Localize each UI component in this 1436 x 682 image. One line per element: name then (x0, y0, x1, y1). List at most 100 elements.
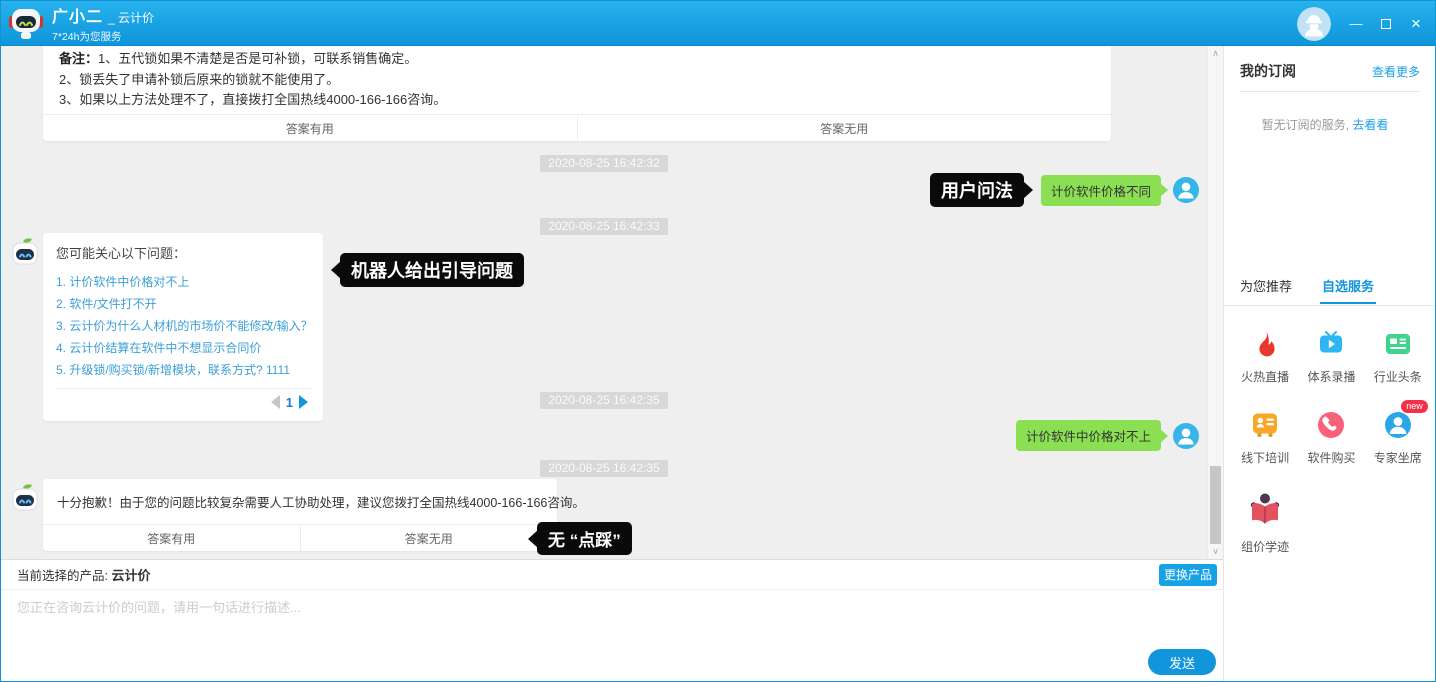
timestamp: 2020-08-25 16:42:32 (1, 154, 1207, 172)
timestamp: 2020-08-25 16:42:35 (1, 459, 1207, 477)
feedback-row: 答案有用 答案无用 (43, 114, 1111, 141)
note-line-1: 备注：1、五代锁如果不清楚是否是可补锁，可联系销售确定。 (59, 49, 1095, 70)
service-label: 火热直播 (1241, 368, 1289, 385)
answer-useful-button[interactable]: 答案有用 (43, 525, 300, 551)
service-label: 行业头条 (1374, 368, 1422, 385)
timestamp-badge: 2020-08-25 16:42:35 (540, 392, 667, 409)
note-text: 备注：1、五代锁如果不清楚是否是可补锁，可联系销售确定。 2、锁丢失了申请补锁后… (43, 46, 1111, 111)
app-title-block: 广小二 _ 云计价 7*24h为您服务 (52, 3, 154, 44)
scrollbar-thumb[interactable] (1210, 466, 1221, 544)
tab-recommend[interactable]: 为您推荐 (1240, 276, 1292, 304)
titlebar: 广小二 _ 云计价 7*24h为您服务 — × (1, 1, 1436, 46)
subscription-empty: 暂无订阅的服务, 去看看 (1224, 116, 1426, 133)
bot-avatar (9, 483, 41, 515)
product-row: 当前选择的产品: 云计价 更换产品 (1, 560, 1223, 590)
app-title: 广小二 (52, 3, 103, 27)
service-label: 组价学迹 (1241, 538, 1289, 555)
service-item-recordings[interactable]: 体系录播 (1298, 326, 1364, 385)
service-label: 软件购买 (1307, 449, 1355, 466)
guide-question-link[interactable]: 5. 升级锁/购买锁/新增模块，联系方式? 1111 (56, 359, 312, 381)
go-browse-link[interactable]: 去看看 (1352, 118, 1388, 132)
new-badge: new (1401, 400, 1428, 413)
maximize-icon (1381, 19, 1391, 29)
sidebar: 我的订阅 查看更多 暂无订阅的服务, 去看看 为您推荐 自选服务 火热直播 (1223, 46, 1436, 682)
user-avatar (1173, 177, 1199, 203)
sorry-text: 十分抱歉！由于您的问题比较复杂需要人工协助处理，建议您拨打全国热线4000-16… (43, 479, 557, 511)
chat-history: 备注：1、五代锁如果不清楚是否是可补锁，可联系销售确定。 2、锁丢失了申请补锁后… (1, 46, 1223, 559)
guide-question-link[interactable]: 1. 计价软件中价格对不上 (56, 271, 312, 293)
bot-message-note-card: 备注：1、五代锁如果不清楚是否是可补锁，可联系销售确定。 2、锁丢失了申请补锁后… (43, 46, 1111, 141)
minimize-icon: — (1350, 17, 1363, 31)
divider (1240, 91, 1420, 92)
timestamp-badge: 2020-08-25 16:42:35 (540, 460, 667, 477)
bot-sorry-card: 十分抱歉！由于您的问题比较复杂需要人工协助处理，建议您拨打全国热线4000-16… (43, 479, 557, 551)
note-line-3: 3、如果以上方法处理不了，直接拨打全国热线4000-166-166咨询。 (59, 90, 1095, 111)
minimize-button[interactable]: — (1349, 17, 1363, 31)
user-message-row: 用户问法 计价软件价格不同 (930, 173, 1199, 207)
service-label: 线下培训 (1241, 449, 1289, 466)
view-more-link[interactable]: 查看更多 (1372, 63, 1420, 80)
close-icon: × (1411, 17, 1421, 31)
app-window: 广小二 _ 云计价 7*24h为您服务 — × 备注：1、五 (0, 0, 1436, 682)
user-message-bubble: 计价软件中价格对不上 (1016, 420, 1161, 451)
training-card-icon (1251, 411, 1279, 439)
message-input[interactable] (17, 597, 1207, 641)
guide-question-link[interactable]: 2. 软件/文件打不开 (56, 293, 312, 315)
change-product-button[interactable]: 更换产品 (1159, 564, 1217, 586)
guide-question-link[interactable]: 4. 云计价结算在软件中不想显示合同价 (56, 337, 312, 359)
divider (1224, 305, 1436, 306)
scroll-up-icon[interactable]: ∧ (1208, 48, 1223, 59)
service-item-expert[interactable]: new 专家坐席 (1365, 407, 1431, 466)
annotation-no-dislike: 无 “点踩” (537, 522, 632, 555)
user-message-row: 计价软件中价格对不上 (1016, 420, 1199, 451)
answer-useless-button[interactable]: 答案无用 (577, 115, 1112, 141)
composer-panel: 当前选择的产品: 云计价 更换产品 发送 (1, 559, 1223, 682)
annotation-bot-guide: 机器人给出引导问题 (340, 253, 524, 287)
reading-book-icon (1246, 490, 1284, 528)
timestamp-badge: 2020-08-25 16:42:33 (540, 218, 667, 235)
bot-avatar (9, 237, 41, 269)
sidebar-tabs: 为您推荐 自选服务 (1240, 276, 1436, 304)
subscription-title: 我的订阅 (1240, 61, 1296, 81)
scroll-down-icon[interactable]: ∨ (1208, 546, 1223, 557)
tv-play-icon (1317, 331, 1345, 358)
phone-icon (1317, 411, 1345, 439)
app-title-product: _ 云计价 (108, 9, 154, 26)
app-subtitle: 7*24h为您服务 (52, 29, 154, 44)
user-profile-avatar[interactable] (1297, 7, 1331, 41)
service-grid: 火热直播 体系录播 行业头条 (1232, 326, 1431, 577)
flame-icon (1251, 330, 1279, 358)
timestamp-badge: 2020-08-25 16:42:32 (540, 155, 667, 172)
guide-question-link[interactable]: 3. 云计价为什么人材机的市场价不能修改/输入？ (56, 315, 312, 337)
maximize-button[interactable] (1379, 17, 1393, 31)
annotation-arrow-left-icon (528, 530, 538, 548)
app-logo-robot-icon (8, 5, 44, 41)
tab-active-underline (1320, 302, 1376, 304)
timestamp: 2020-08-25 16:42:35 (1, 391, 1207, 409)
annotation-arrow-left-icon (331, 261, 341, 279)
chat-scrollbar[interactable]: ∧ ∨ (1207, 46, 1223, 559)
feedback-row: 答案有用 答案无用 (43, 524, 557, 551)
bubble-tail-icon (1160, 429, 1168, 443)
service-label: 体系录播 (1307, 368, 1355, 385)
answer-useless-button[interactable]: 答案无用 (300, 525, 558, 551)
send-button[interactable]: 发送 (1148, 649, 1216, 675)
annotation-arrow-right-icon (1023, 181, 1033, 199)
tab-self-service[interactable]: 自选服务 (1322, 276, 1374, 304)
annotation-user-ask: 用户问法 (930, 173, 1024, 207)
service-item-live[interactable]: 火热直播 (1232, 326, 1298, 385)
user-avatar (1173, 423, 1199, 449)
service-item-news[interactable]: 行业头条 (1365, 326, 1431, 385)
close-button[interactable]: × (1409, 17, 1423, 31)
answer-useful-button[interactable]: 答案有用 (43, 115, 577, 141)
bubble-tail-icon (1160, 183, 1168, 197)
service-item-purchase[interactable]: 软件购买 (1298, 407, 1364, 466)
guide-title: 您可能关心以下问题： (56, 243, 312, 262)
current-product-name: 云计价 (111, 568, 150, 583)
service-label: 专家坐席 (1374, 449, 1422, 466)
expert-person-icon (1384, 411, 1412, 439)
user-message-bubble: 计价软件价格不同 (1041, 175, 1161, 206)
service-item-training[interactable]: 线下培训 (1232, 407, 1298, 466)
note-line-2: 2、锁丢失了申请补锁后原来的锁就不能使用了。 (59, 70, 1095, 91)
service-item-learning[interactable]: 组价学迹 (1232, 488, 1298, 555)
